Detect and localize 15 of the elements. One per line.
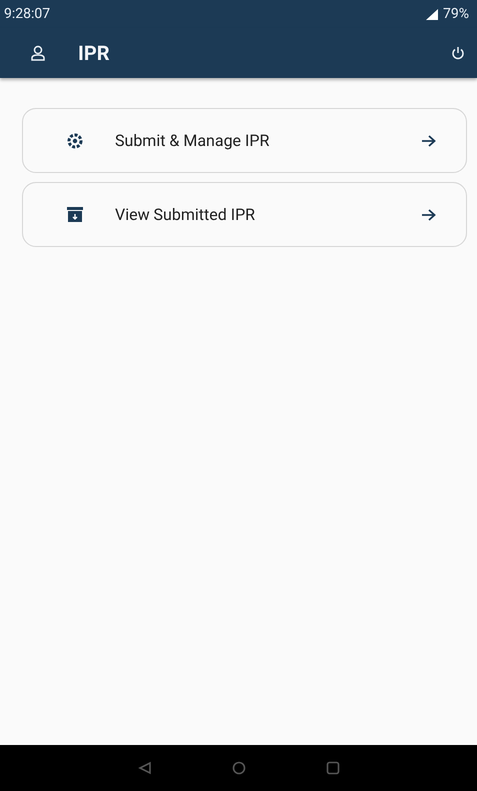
user-icon[interactable] <box>31 45 45 61</box>
back-icon[interactable] <box>138 761 152 775</box>
battery-level: 79% <box>443 6 469 22</box>
power-icon[interactable] <box>451 46 465 60</box>
archive-icon <box>67 207 83 222</box>
recents-icon[interactable] <box>326 761 340 775</box>
status-time: 9:28:07 <box>4 6 50 22</box>
gear-icon <box>67 132 83 148</box>
menu-item[interactable]: Submit & Manage IPR <box>22 108 467 173</box>
arrow-right-icon <box>421 134 436 146</box>
signal-icon <box>426 8 438 20</box>
home-icon[interactable] <box>232 761 246 775</box>
arrow-right-icon <box>421 208 436 220</box>
menu-item[interactable]: View Submitted IPR <box>22 182 467 247</box>
app-title: IPR <box>78 41 111 65</box>
